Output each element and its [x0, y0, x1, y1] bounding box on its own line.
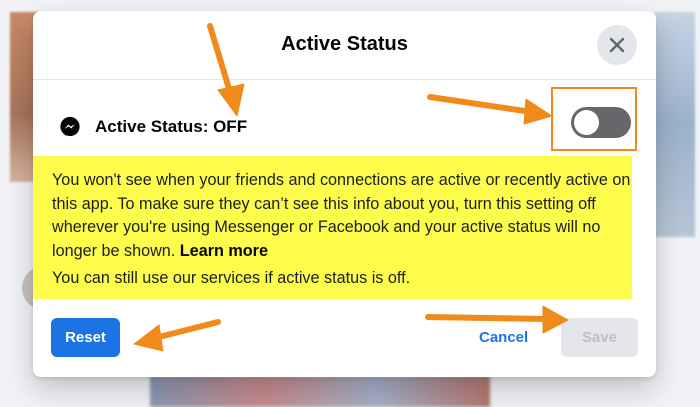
dialog-header: Active Status	[33, 11, 656, 80]
close-button[interactable]	[597, 25, 637, 65]
save-button[interactable]: Save	[561, 318, 638, 357]
active-status-dialog: Active Status Active Status: OFF You won…	[33, 11, 656, 377]
info-text: You won't see when your friends and conn…	[52, 169, 637, 263]
reset-button[interactable]: Reset	[51, 318, 120, 357]
background-image	[150, 376, 490, 407]
active-status-label: Active Status: OFF	[95, 117, 248, 136]
cancel-button[interactable]: Cancel	[479, 329, 528, 346]
info-highlight-box: You won't see when your friends and conn…	[33, 156, 632, 299]
info-text-secondary: You can still use our services if active…	[52, 269, 411, 287]
dialog-title: Active Status	[281, 33, 408, 55]
background-card	[655, 12, 695, 237]
toggle-highlight-frame	[551, 87, 637, 151]
toggle-knob	[574, 110, 599, 135]
active-status-toggle[interactable]	[571, 107, 631, 138]
messenger-icon	[60, 116, 80, 137]
info-description: You won't see when your friends and conn…	[52, 171, 631, 260]
active-status-row: Active Status: OFF	[59, 114, 247, 140]
learn-more-link[interactable]: Learn more	[180, 242, 268, 260]
close-icon	[609, 37, 625, 53]
